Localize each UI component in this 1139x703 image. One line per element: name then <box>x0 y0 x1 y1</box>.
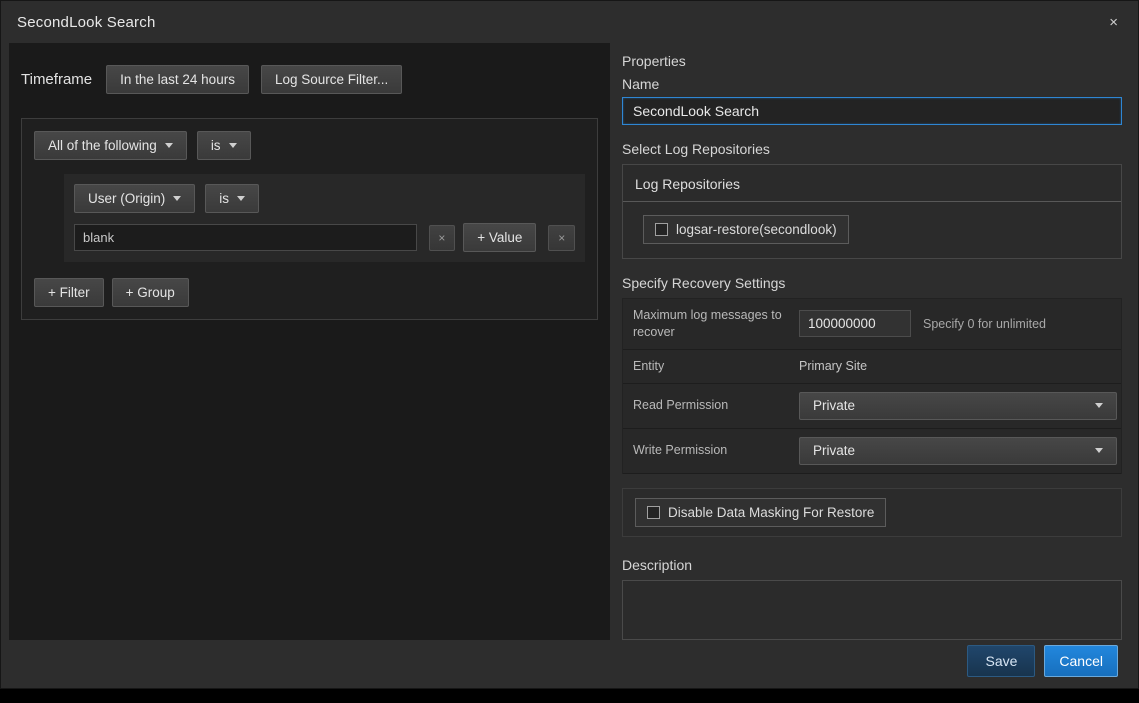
filter-group-header: All of the following is <box>34 131 585 160</box>
rule-field-label: User (Origin) <box>88 191 165 206</box>
rule-condition-label: is <box>219 191 229 206</box>
timeframe-label: Timeframe <box>21 71 92 88</box>
description-textarea[interactable] <box>622 580 1122 640</box>
max-messages-value-cell: Specify 0 for unlimited <box>799 302 1121 345</box>
chevron-down-icon <box>229 143 237 148</box>
properties-heading: Properties <box>622 53 1122 69</box>
remove-rule-icon[interactable]: × <box>548 225 575 251</box>
repository-checkbox-item[interactable]: logsar-restore(secondlook) <box>643 215 849 244</box>
add-value-button-label: + Value <box>477 230 522 245</box>
log-repositories-title: Log Repositories <box>623 165 1121 202</box>
repository-item-label: logsar-restore(secondlook) <box>676 222 837 237</box>
log-source-filter-button[interactable]: Log Source Filter... <box>261 65 402 94</box>
cancel-button[interactable]: Cancel <box>1044 645 1118 677</box>
add-filter-button-label: + Filter <box>48 285 90 300</box>
disable-data-masking-label: Disable Data Masking For Restore <box>668 505 874 520</box>
rule-value-input[interactable] <box>74 224 417 251</box>
write-permission-value-cell: Private <box>799 429 1121 473</box>
add-group-button[interactable]: + Group <box>112 278 189 307</box>
read-permission-label: Read Permission <box>623 389 799 422</box>
group-operator-label: All of the following <box>48 138 157 153</box>
write-permission-value: Private <box>813 443 855 458</box>
add-group-button-label: + Group <box>126 285 175 300</box>
log-source-filter-button-label: Log Source Filter... <box>275 72 388 87</box>
entity-value-cell: Primary Site <box>799 351 1121 381</box>
dialog-titlebar: SecondLook Search × <box>1 1 1138 43</box>
filter-panel: Timeframe In the last 24 hours Log Sourc… <box>9 43 610 640</box>
write-permission-dropdown[interactable]: Private <box>799 437 1117 465</box>
filter-group-box: All of the following is User (Origin) <box>21 118 598 320</box>
group-condition-dropdown[interactable]: is <box>197 131 251 160</box>
read-permission-dropdown[interactable]: Private <box>799 392 1117 420</box>
filter-rule-header: User (Origin) is <box>74 184 575 213</box>
dialog-footer: Save Cancel <box>1 640 1138 688</box>
clear-value-icon[interactable]: × <box>429 225 456 251</box>
name-input[interactable] <box>622 97 1122 125</box>
disable-data-masking-checkbox[interactable]: Disable Data Masking For Restore <box>635 498 886 527</box>
chevron-down-icon <box>173 196 181 201</box>
dialog-title: SecondLook Search <box>17 14 156 31</box>
table-row-entity: Entity Primary Site <box>623 350 1121 384</box>
timeframe-button[interactable]: In the last 24 hours <box>106 65 249 94</box>
dialog-content: Timeframe In the last 24 hours Log Sourc… <box>1 43 1138 640</box>
add-value-button[interactable]: + Value <box>463 223 536 252</box>
max-messages-input[interactable] <box>799 310 911 337</box>
filter-group-actions: + Filter + Group <box>34 278 585 307</box>
entity-label: Entity <box>623 350 799 383</box>
timeframe-button-label: In the last 24 hours <box>120 72 235 87</box>
name-label: Name <box>622 76 1122 92</box>
max-messages-label: Maximum log messages to recover <box>623 299 799 349</box>
recovery-settings-label: Specify Recovery Settings <box>622 275 1122 291</box>
group-operator-dropdown[interactable]: All of the following <box>34 131 187 160</box>
select-log-repositories-label: Select Log Repositories <box>622 141 1122 157</box>
group-condition-label: is <box>211 138 221 153</box>
rule-condition-dropdown[interactable]: is <box>205 184 259 213</box>
add-filter-button[interactable]: + Filter <box>34 278 104 307</box>
data-masking-band: Disable Data Masking For Restore <box>622 488 1122 537</box>
max-messages-hint: Specify 0 for unlimited <box>923 317 1046 331</box>
entity-value: Primary Site <box>799 359 867 373</box>
properties-panel: Properties Name Select Log Repositories … <box>622 43 1122 640</box>
table-row-max-messages: Maximum log messages to recover Specify … <box>623 299 1121 350</box>
filter-rule-box: User (Origin) is × <box>64 174 585 262</box>
timeframe-row: Timeframe In the last 24 hours Log Sourc… <box>21 65 598 94</box>
chevron-down-icon <box>1095 403 1103 408</box>
chevron-down-icon <box>1095 448 1103 453</box>
secondlook-search-dialog: SecondLook Search × Timeframe In the las… <box>0 0 1139 689</box>
filter-rule-value-row: × + Value × <box>74 223 575 252</box>
log-repositories-box: Log Repositories logsar-restore(secondlo… <box>622 164 1122 259</box>
close-icon[interactable]: × <box>1105 13 1122 32</box>
table-row-read-permission: Read Permission Private <box>623 384 1121 429</box>
save-button[interactable]: Save <box>967 645 1035 677</box>
recovery-settings-table: Maximum log messages to recover Specify … <box>622 298 1122 474</box>
write-permission-label: Write Permission <box>623 434 799 467</box>
screen: SecondLook Search × Timeframe In the las… <box>0 0 1139 703</box>
rule-field-dropdown[interactable]: User (Origin) <box>74 184 195 213</box>
read-permission-value: Private <box>813 398 855 413</box>
read-permission-value-cell: Private <box>799 384 1121 428</box>
checkbox-unchecked-icon[interactable] <box>655 223 668 236</box>
chevron-down-icon <box>165 143 173 148</box>
description-label: Description <box>622 557 1122 573</box>
chevron-down-icon <box>237 196 245 201</box>
table-row-write-permission: Write Permission Private <box>623 429 1121 474</box>
checkbox-unchecked-icon[interactable] <box>647 506 660 519</box>
